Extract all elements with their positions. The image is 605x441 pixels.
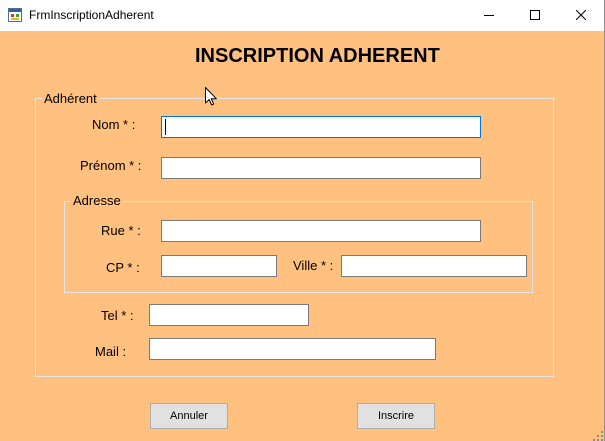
adherent-groupbox: Adhérent Nom * : Prénom * : Adresse Rue …	[35, 91, 554, 377]
adherent-group-legend: Adhérent	[42, 91, 99, 107]
maximize-icon	[530, 7, 540, 25]
rue-label: Rue * :	[101, 223, 141, 238]
close-icon	[575, 7, 587, 25]
ville-label: Ville * :	[293, 258, 334, 273]
winforms-app-icon[interactable]	[8, 8, 22, 22]
tel-field[interactable]	[149, 304, 309, 326]
text-caret	[165, 119, 166, 135]
prenom-field[interactable]	[161, 157, 481, 179]
mouse-pointer-icon	[205, 87, 217, 106]
maximize-button[interactable]	[512, 0, 558, 31]
resize-grip-icon[interactable]	[592, 428, 603, 441]
cp-label: CP * :	[106, 260, 140, 275]
rue-field[interactable]	[161, 220, 481, 242]
prenom-label: Prénom * :	[80, 158, 142, 173]
adresse-group-legend: Adresse	[71, 193, 123, 209]
adresse-groupbox: Adresse Rue * : CP * : Ville * :	[64, 193, 533, 293]
nom-field[interactable]	[161, 116, 481, 138]
close-button[interactable]	[558, 0, 604, 31]
mail-field[interactable]	[149, 338, 436, 360]
title-bar[interactable]: FrmInscriptionAdherent	[0, 0, 604, 31]
cp-field[interactable]	[161, 255, 277, 277]
nom-label: Nom * :	[92, 117, 136, 132]
form-window: FrmInscriptionAdherent INSCRIPTION ADHER…	[0, 0, 605, 441]
cancel-button[interactable]: Annuler	[150, 403, 228, 429]
page-title: INSCRIPTION ADHERENT	[195, 45, 440, 67]
mail-label: Mail :	[95, 344, 127, 359]
ville-field[interactable]	[341, 255, 527, 277]
minimize-icon	[484, 7, 494, 25]
tel-label: Tel * :	[101, 308, 134, 323]
submit-button[interactable]: Inscrire	[357, 403, 435, 429]
minimize-button[interactable]	[466, 0, 512, 31]
window-title: FrmInscriptionAdherent	[29, 8, 154, 22]
